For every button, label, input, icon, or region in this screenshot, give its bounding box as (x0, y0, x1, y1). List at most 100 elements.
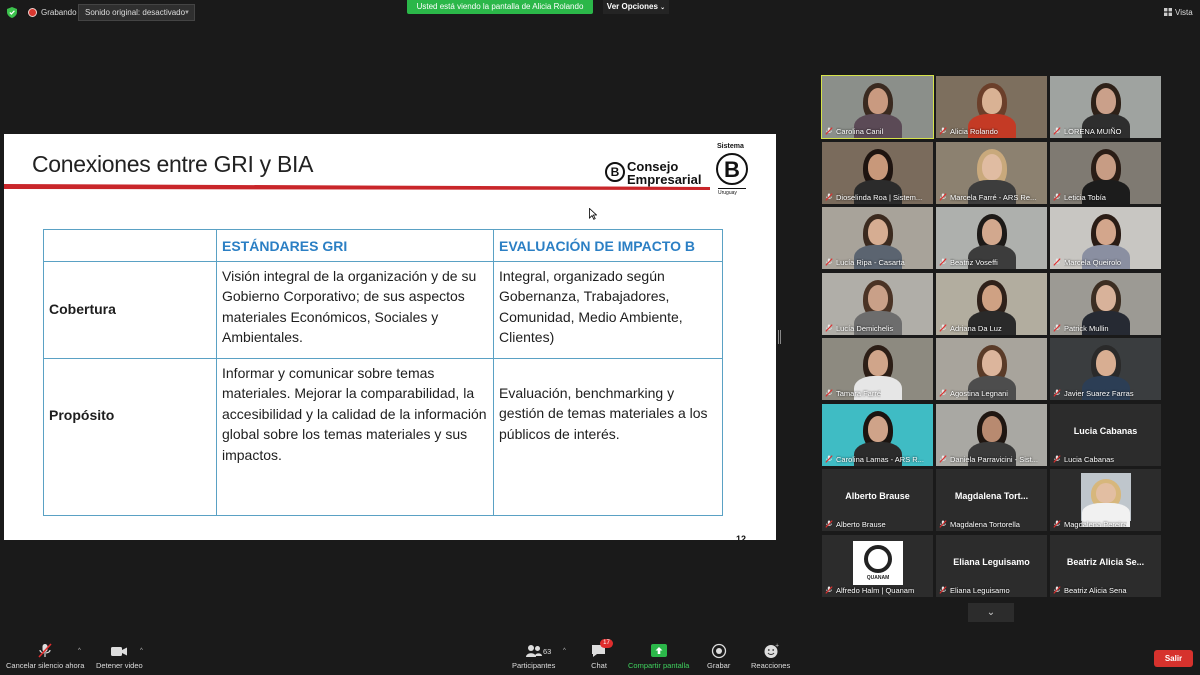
chevron-down-icon: ⌄ (660, 5, 666, 11)
participant-name-label: Daniela Parravicini - Sist... (950, 455, 1038, 464)
participant-tile[interactable]: Carolina Lamas - ARS R... (822, 404, 933, 466)
participant-tile[interactable]: Agostina Legnani (936, 338, 1047, 400)
person-face (1095, 285, 1116, 312)
muted-mic-icon (939, 586, 947, 594)
view-button[interactable]: Vista (1164, 8, 1193, 17)
chat-button[interactable]: 17 Chat (590, 639, 613, 670)
gallery-next-page-button[interactable]: ⌄ (968, 603, 1014, 622)
quanam-logo: QUANAM (853, 541, 903, 585)
participant-name-label: Adriana Da Luz (950, 324, 1002, 333)
audio-options-caret-icon[interactable]: ^ (78, 648, 81, 654)
quanam-q-icon (864, 545, 892, 573)
reactions-button[interactable]: + Reacciones (751, 643, 790, 670)
participant-tile[interactable]: Lucía Ripa - Casarta (822, 207, 933, 269)
zoom-window: Grabando Sonido original: desactivado ▼ … (0, 0, 1200, 675)
muted-mic-icon (1053, 127, 1061, 135)
person-face (867, 416, 888, 443)
person-face (1095, 154, 1116, 181)
svg-text:+: + (775, 643, 779, 649)
participant-tile[interactable]: Carolina Canil (821, 75, 934, 139)
participant-name-label: Lucía Demichelis (836, 324, 894, 333)
meeting-toolbar: Cancelar silencio ahora ^ Detener video … (0, 639, 1200, 675)
participants-caret-icon[interactable]: ^ (563, 648, 566, 654)
person-face (981, 154, 1002, 181)
panel-resize-handle[interactable] (778, 330, 781, 344)
participant-display-name: Magdalena Tort... (954, 491, 1029, 501)
participant-tile[interactable]: Javier Suarez Farras (1050, 338, 1161, 400)
original-sound-button[interactable]: Sonido original: desactivado ▼ (78, 4, 195, 21)
participant-tile[interactable]: Magdalena Tort... Magdalena Tortorella (936, 469, 1047, 531)
record-icon (711, 643, 726, 659)
record-button[interactable]: Grabar (707, 643, 730, 670)
participant-tile[interactable]: Marcela Farré - ARS Re... (936, 142, 1047, 204)
participant-tile[interactable]: Alicia Rolando (936, 76, 1047, 138)
view-options-button[interactable]: Ver Opciones ⌄ (603, 0, 669, 14)
stop-video-button[interactable]: Detener video (96, 643, 143, 670)
view-label: Vista (1175, 8, 1193, 17)
participant-tile[interactable]: Marcela Queirolo (1050, 207, 1161, 269)
participant-name-label: Beatriz Voseffi (950, 258, 998, 267)
table-cell: Evaluación, benchmarking y gestión de te… (493, 357, 723, 516)
participant-tile[interactable]: QUANAM Alfredo Halm | Quanam (822, 535, 933, 597)
view-options-label: Ver Opciones (606, 2, 658, 11)
participant-gallery: Carolina Canil Alicia Rolando LORENA MUIÑO… (821, 75, 1162, 600)
chat-unread-badge: 17 (600, 639, 613, 648)
sistema-b-logo: Sistema B Uruguay (715, 143, 751, 198)
row-label: Propósito (43, 357, 217, 516)
person-face (867, 88, 888, 115)
participant-tile[interactable]: Patrick Mullin (1050, 273, 1161, 335)
muted-mic-icon (939, 127, 947, 135)
participant-name-label: Carolina Canil (836, 127, 884, 136)
participant-tile[interactable]: Lucía Demichelis (822, 273, 933, 335)
muted-mic-icon (1053, 455, 1061, 463)
video-camera-icon (111, 647, 128, 656)
record-label: Grabar (707, 661, 731, 670)
table-row: Propósito Informar y comunicar sobre tem… (43, 357, 723, 516)
participant-tile[interactable]: Dioselinda Roa | Sistem... (822, 142, 933, 204)
participant-name-label: Alfredo Halm | Quanam (836, 586, 915, 595)
participant-tile[interactable]: Daniela Parravicini - Sist... (936, 404, 1047, 466)
muted-mic-icon (825, 193, 833, 201)
participant-name-label: Magdalena Pereira (1064, 520, 1128, 529)
participant-tile[interactable]: Eliana Leguisamo Eliana Leguisamo (936, 535, 1047, 597)
muted-mic-icon (825, 455, 833, 463)
share-screen-label: Compartir pantalla (628, 661, 690, 670)
participant-name-label: Tamara Farré (836, 389, 882, 398)
participant-tile[interactable]: Beatriz Voseffi (936, 207, 1047, 269)
chat-label: Chat (591, 661, 607, 670)
profile-photo (1081, 473, 1131, 527)
participant-tile[interactable]: Tamara Farré (822, 338, 933, 400)
muted-mic-icon (939, 324, 947, 332)
participant-name-label: LORENA MUIÑO (1064, 127, 1122, 136)
security-shield-icon[interactable] (7, 7, 17, 18)
person-face (867, 350, 888, 377)
unmute-label: Cancelar silencio ahora (6, 661, 85, 670)
participant-tile[interactable]: Lucia Cabanas Lucia Cabanas (1050, 404, 1161, 466)
recording-icon (28, 8, 37, 17)
participant-name-label: Dioselinda Roa | Sistem... (836, 193, 923, 202)
person-face (981, 219, 1002, 246)
participant-tile[interactable]: Adriana Da Luz (936, 273, 1047, 335)
participant-name-label: Alberto Brause (836, 520, 886, 529)
participant-tile[interactable]: Magdalena Pereira (1050, 469, 1161, 531)
slide-title: Conexiones entre GRI y BIA (32, 151, 314, 177)
top-bar: Grabando Sonido original: desactivado ▼ … (0, 0, 1200, 26)
person-face (1095, 350, 1116, 377)
participant-tile[interactable]: Leticia Tobía (1050, 142, 1161, 204)
share-screen-icon (650, 644, 667, 657)
participant-display-name: Lucia Cabanas (1073, 426, 1138, 436)
person-face (867, 285, 888, 312)
person-face (981, 416, 1002, 443)
share-screen-button[interactable]: Compartir pantalla (628, 643, 689, 670)
video-options-caret-icon[interactable]: ^ (140, 648, 143, 654)
table-header-cell: EVALUACIÓN DE IMPACTO B (493, 229, 723, 262)
unmute-button[interactable]: Cancelar silencio ahora (6, 643, 84, 670)
logo-text-line-2: Empresarial (627, 172, 702, 187)
leave-meeting-button[interactable]: Salir (1154, 650, 1193, 667)
participant-tile[interactable]: Alberto Brause Alberto Brause (822, 469, 933, 531)
chevron-down-icon[interactable]: ▼ (184, 10, 190, 16)
participant-tile[interactable]: Beatriz Alicia Se... Beatriz Alicia Sena (1050, 535, 1161, 597)
participant-tile[interactable]: LORENA MUIÑO (1050, 76, 1161, 138)
participant-name-label: Marcela Farré - ARS Re... (950, 193, 1037, 202)
muted-mic-icon (1053, 389, 1061, 397)
